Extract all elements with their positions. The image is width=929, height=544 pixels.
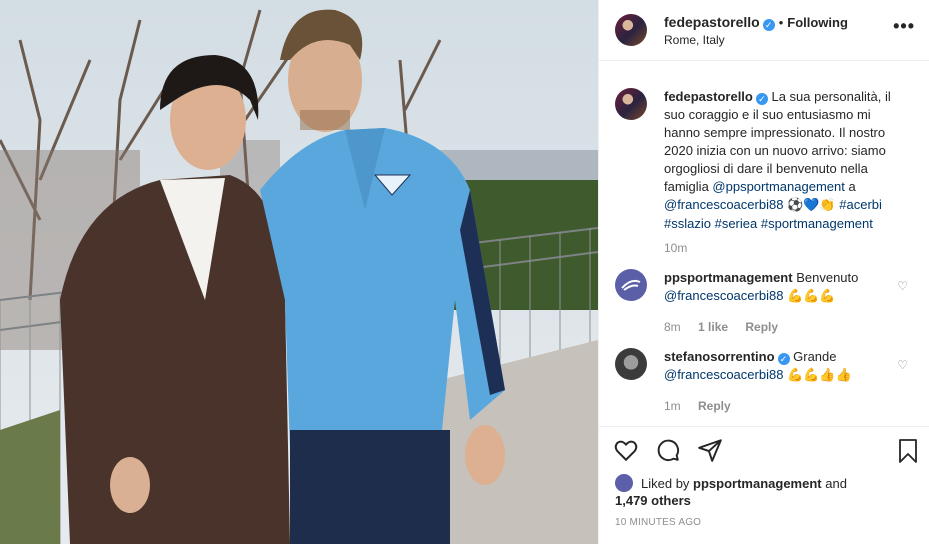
- ppsport-logo-icon: [621, 279, 641, 291]
- liked-by-prefix: Liked by: [641, 476, 690, 491]
- comment-item: ppsportmanagement Benvenuto @francescoac…: [599, 255, 929, 334]
- hashtag-link[interactable]: #sportmanagement: [761, 216, 873, 231]
- post-timestamp[interactable]: 10 MINUTES AGO: [615, 517, 701, 528]
- post-photo[interactable]: [0, 0, 598, 544]
- reply-button[interactable]: Reply: [698, 399, 731, 413]
- hashtag-link[interactable]: #sslazio: [664, 216, 711, 231]
- comment-meta: 1m Reply: [664, 399, 908, 413]
- liker-avatar[interactable]: [615, 474, 633, 492]
- commenter-avatar[interactable]: [615, 269, 647, 301]
- post-location[interactable]: Rome, Italy: [664, 32, 848, 49]
- bookmark-save-icon[interactable]: [896, 438, 920, 464]
- verified-badge-icon: ✓: [762, 19, 775, 31]
- like-heart-icon[interactable]: [613, 437, 639, 463]
- header-text: fedepastorello ✓ • Following Rome, Italy: [664, 14, 848, 49]
- comment-likes-count[interactable]: 1 like: [698, 320, 728, 334]
- owner-avatar[interactable]: [615, 14, 647, 46]
- hashtag-link[interactable]: #acerbi: [839, 197, 882, 212]
- verified-badge-icon: ✓: [777, 353, 790, 365]
- caption-emojis: ⚽💙👏: [787, 198, 836, 213]
- follow-status-button[interactable]: Following: [787, 15, 848, 30]
- action-icons: [613, 437, 723, 463]
- commenter-username[interactable]: ppsportmanagement: [664, 270, 793, 285]
- share-send-icon[interactable]: [697, 437, 723, 463]
- caption-comment: fedepastorello ✓ La sua personalità, il s…: [599, 62, 929, 255]
- comment-mention[interactable]: @francescoacerbi88: [664, 367, 783, 382]
- comment-like-heart-icon[interactable]: ♡: [897, 358, 908, 372]
- comment-text: Benvenuto: [796, 270, 859, 285]
- separator-dot: •: [778, 15, 784, 30]
- comment-time[interactable]: 1m: [664, 399, 681, 413]
- commenter-avatar[interactable]: [615, 348, 647, 380]
- post-actions: Liked by ppsportmanagement and 1,479 oth…: [599, 426, 929, 544]
- comment-meta: 8m 1 like Reply: [664, 320, 908, 334]
- caption-body: fedepastorello ✓ La sua personalità, il s…: [664, 88, 908, 255]
- comment-emojis: 💪💪💪: [787, 289, 836, 304]
- commenter-username[interactable]: stefanosorrentino: [664, 349, 775, 364]
- liked-by-summary: Liked by ppsportmanagement and 1,479 oth…: [615, 474, 915, 509]
- comment-like-heart-icon[interactable]: ♡: [897, 279, 908, 293]
- liker-username[interactable]: ppsportmanagement: [693, 476, 822, 491]
- hashtag-link[interactable]: #seriea: [715, 216, 758, 231]
- liked-by-and: and: [825, 476, 847, 491]
- caption-avatar[interactable]: [615, 88, 647, 120]
- reply-button[interactable]: Reply: [745, 320, 778, 334]
- comment-body: ppsportmanagement Benvenuto @francescoac…: [664, 269, 908, 334]
- comment-item: stefanosorrentino ✓ Grande @francescoacer…: [599, 334, 929, 413]
- caption-username[interactable]: fedepastorello: [664, 89, 753, 104]
- others-likes-button[interactable]: 1,479 others: [615, 493, 691, 508]
- caption-time[interactable]: 10m: [664, 241, 687, 255]
- comment-bubble-icon[interactable]: [655, 437, 681, 463]
- caption-connector: a: [848, 179, 856, 194]
- comment-time[interactable]: 8m: [664, 320, 681, 334]
- photo-image: [0, 0, 598, 544]
- caption-mention-ppsport[interactable]: @ppsportmanagement: [712, 179, 844, 194]
- verified-badge-icon: ✓: [755, 93, 768, 105]
- more-horizontal-icon[interactable]: •••: [893, 16, 915, 37]
- comment-emojis: 💪💪👍👍: [787, 368, 852, 383]
- comment-text: Grande: [793, 349, 837, 364]
- caption-mention-acerbi[interactable]: @francescoacerbi88: [664, 197, 783, 212]
- post-side-panel: fedepastorello ✓ • Following Rome, Italy ••…: [598, 0, 929, 544]
- caption-meta: 10m: [664, 241, 908, 255]
- post-header: fedepastorello ✓ • Following Rome, Italy ••…: [599, 0, 929, 61]
- comments-list[interactable]: fedepastorello ✓ La sua personalità, il s…: [599, 62, 929, 426]
- comment-mention[interactable]: @francescoacerbi88: [664, 288, 783, 303]
- comment-body: stefanosorrentino ✓ Grande @francescoacer…: [664, 348, 908, 413]
- owner-username[interactable]: fedepastorello: [664, 14, 760, 30]
